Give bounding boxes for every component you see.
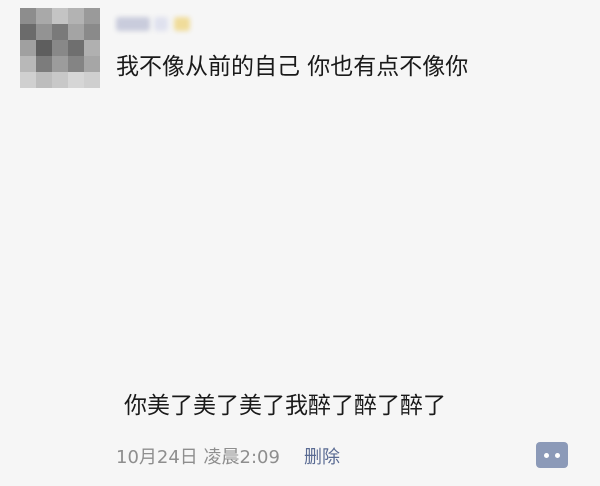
nickname-blur — [116, 17, 150, 31]
moment-post: 我不像从前的自己 你也有点不像你 你美了美了美了我醉了醉了醉了 10月24日 凌… — [0, 0, 600, 486]
dot — [555, 452, 560, 458]
nickname-blur — [174, 17, 190, 31]
comment-bubble-icon[interactable] — [536, 442, 568, 468]
moment-meta: 10月24日 凌晨2:09 删除 — [116, 441, 340, 471]
nickname[interactable] — [116, 12, 194, 36]
moment-caption: 你美了美了美了我醉了醉了醉了 — [124, 393, 446, 419]
moment-text: 我不像从前的自己 你也有点不像你 — [116, 54, 469, 80]
nickname-blur — [154, 17, 168, 31]
timestamp: 10月24日 凌晨2:09 — [116, 447, 280, 468]
delete-link[interactable]: 删除 — [304, 443, 340, 469]
dot — [544, 452, 549, 458]
avatar[interactable] — [20, 8, 100, 88]
